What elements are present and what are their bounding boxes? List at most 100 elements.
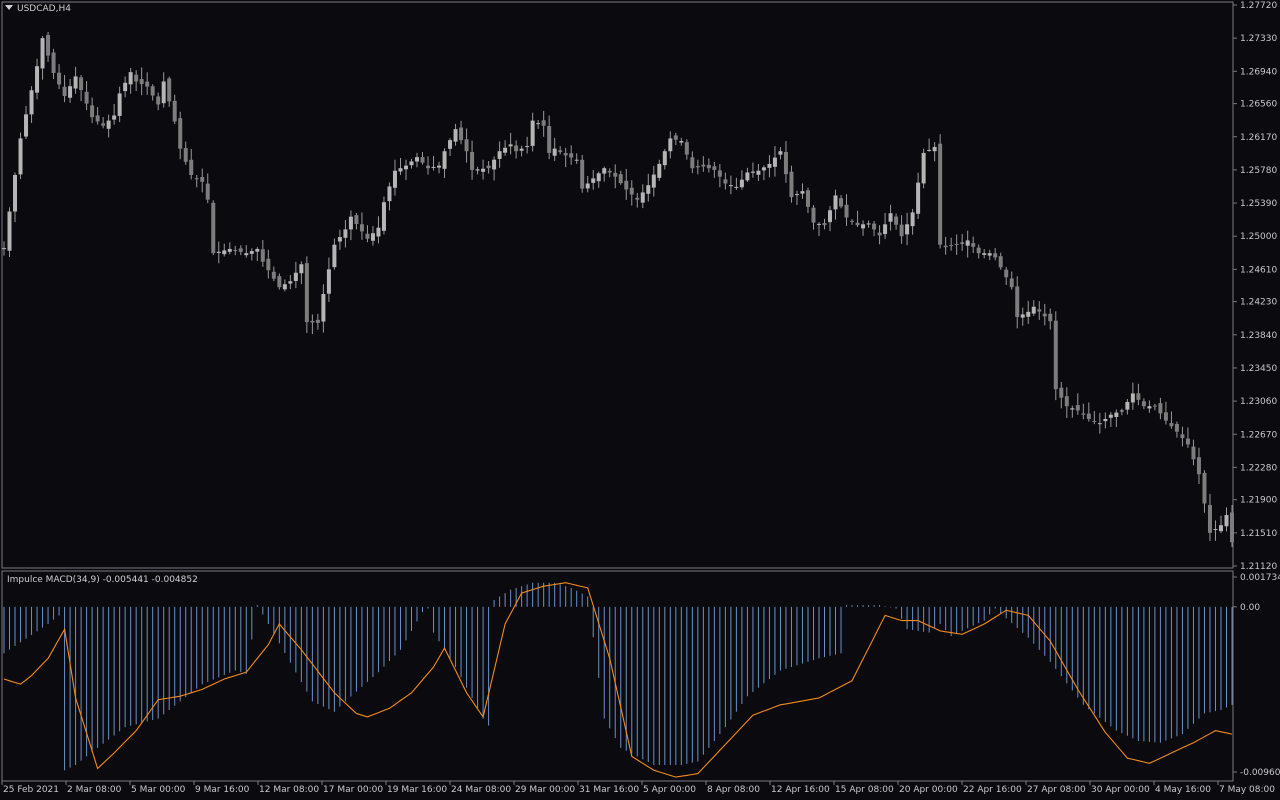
candle-body (293, 272, 298, 281)
candle-body (954, 243, 959, 245)
candle-body (629, 187, 634, 195)
candle-body (949, 245, 954, 247)
candle-body (398, 168, 403, 172)
candle-body (1130, 393, 1135, 403)
candle-body (1092, 420, 1097, 422)
candle-body (453, 129, 458, 142)
candle-body (370, 233, 375, 241)
candle-body (701, 164, 706, 167)
price-tick-label: 1.21900 (1240, 496, 1277, 506)
candle-body (1031, 306, 1036, 314)
price-tick-label: 1.23060 (1240, 397, 1277, 407)
time-tick-label: 15 Apr 08:00 (835, 785, 894, 795)
candle-body (850, 220, 855, 222)
time-tick-label: 8 Apr 08:00 (707, 785, 760, 795)
candle-body (79, 77, 84, 90)
candle-body (695, 166, 700, 168)
candle-body (117, 93, 122, 116)
candle-body (497, 151, 502, 159)
price-tick-label: 1.25780 (1240, 166, 1277, 176)
candle-body (409, 161, 414, 166)
candle-body (431, 166, 436, 168)
candle-body (1207, 505, 1212, 533)
candle-body (315, 319, 320, 323)
candle-body (403, 165, 408, 170)
candle-body (684, 142, 689, 155)
candle-body (558, 150, 563, 153)
candle-body (222, 250, 227, 255)
candle-body (354, 215, 359, 225)
candle-body (277, 276, 282, 288)
candle-body (156, 96, 161, 105)
candle-body (739, 179, 744, 188)
candle-body (916, 182, 921, 214)
candle-body (134, 74, 139, 82)
candle-body (536, 123, 541, 125)
candle-body (332, 244, 337, 268)
candle-body (216, 251, 221, 253)
candle-body (1042, 313, 1047, 317)
candle-body (1097, 423, 1102, 425)
candle-body (982, 253, 987, 255)
candle-body (998, 256, 1003, 268)
candle-body (1070, 408, 1075, 410)
candle-body (348, 216, 353, 230)
candle-body (783, 151, 788, 175)
candle-body (437, 165, 442, 168)
candle-body (1119, 410, 1124, 412)
price-tick-label: 1.26940 (1240, 67, 1277, 77)
candle-body (905, 224, 910, 235)
candle-body (861, 224, 866, 229)
indicator-tick-label: 0.00 (1240, 603, 1260, 613)
candle-body (266, 258, 271, 271)
dropdown-triangle-icon[interactable] (5, 5, 13, 10)
candle-body (976, 247, 981, 254)
candle-body (492, 159, 497, 170)
candle-body (255, 248, 260, 252)
candle-body (767, 163, 772, 168)
trading-chart[interactable]: 1.27720 1.27330 1.26940 1.26560 1.26170 1.257… (0, 0, 1280, 800)
candle-body (613, 172, 618, 177)
candle-body (877, 232, 882, 236)
candle-body (794, 194, 799, 196)
candle-body (1136, 393, 1141, 400)
candle-body (800, 191, 805, 194)
candle-body (828, 210, 833, 223)
candle-body (2, 248, 6, 250)
candle-body (1230, 512, 1234, 543)
candle-body (1004, 269, 1009, 278)
price-tick-label: 1.22670 (1240, 430, 1277, 440)
candle-body (1059, 387, 1064, 398)
candle-body (894, 216, 899, 225)
price-tick-label: 1.24610 (1240, 265, 1277, 275)
candle-body (299, 264, 304, 274)
candle-body (607, 170, 612, 173)
candle-body (960, 242, 965, 244)
candle-body (426, 165, 431, 169)
candle-body (833, 195, 838, 210)
candle-body (304, 263, 309, 323)
candle-body (1213, 529, 1218, 531)
time-tick-label: 9 Mar 16:00 (195, 785, 250, 795)
candle-body (376, 227, 381, 237)
candle-body (706, 164, 711, 169)
candle-body (673, 135, 678, 140)
candle-body (927, 149, 932, 151)
candle-body (1152, 405, 1157, 407)
price-tick-label: 1.23840 (1240, 331, 1277, 341)
time-tick-label: 2 Mar 08:00 (67, 785, 122, 795)
symbol-menu[interactable]: USDCAD,H4 (5, 4, 71, 14)
candle-body (1180, 434, 1185, 439)
candle-body (442, 151, 447, 169)
candle-body (365, 233, 370, 239)
candle-body (910, 212, 915, 227)
candle-body (387, 186, 392, 202)
candle-body (888, 213, 893, 222)
candle-body (750, 171, 755, 173)
candle-body (883, 224, 888, 235)
candle-body (602, 168, 607, 174)
candle-body (1053, 320, 1058, 390)
candle-body (635, 197, 640, 200)
candle-body (90, 105, 95, 118)
candle-body (24, 114, 29, 137)
